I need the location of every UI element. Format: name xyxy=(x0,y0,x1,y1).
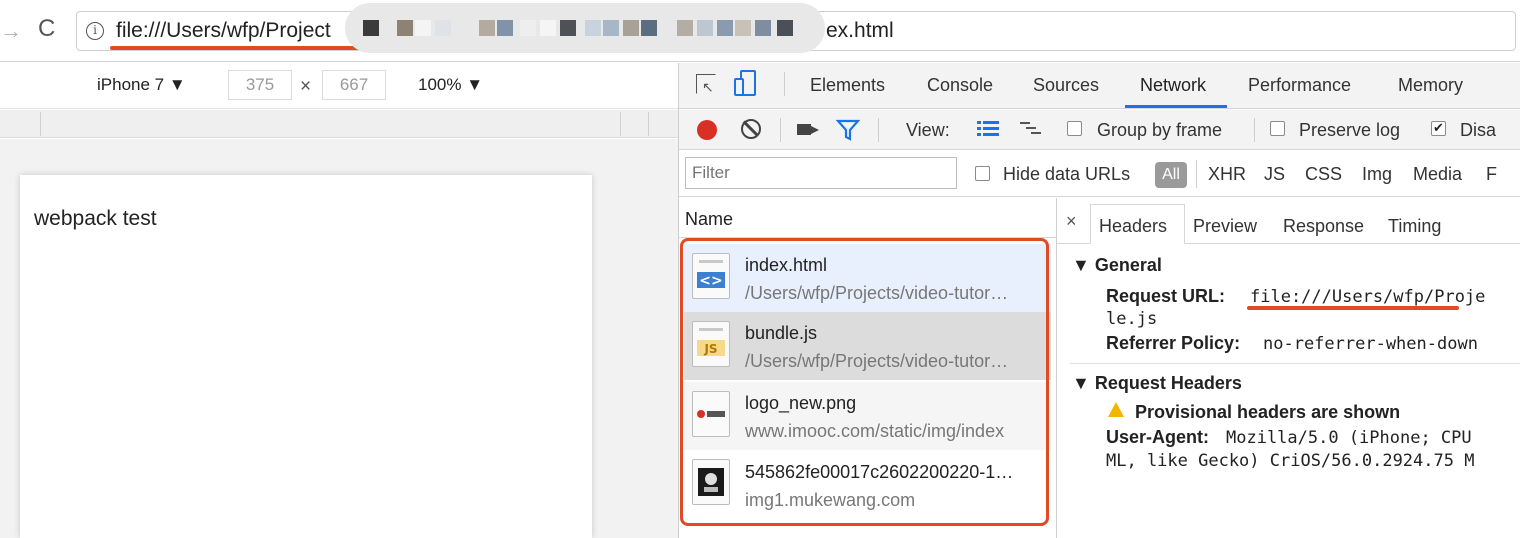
tab-response[interactable]: Response xyxy=(1283,216,1364,237)
hide-data-urls-checkbox[interactable] xyxy=(975,166,990,181)
devtools-tabbar xyxy=(679,63,1520,109)
filter-media[interactable]: Media xyxy=(1413,164,1462,185)
disable-cache-label: Disa xyxy=(1460,120,1497,140)
url-redaction-blur xyxy=(345,3,825,53)
ruler-tick xyxy=(40,112,41,136)
filter-all-button[interactable]: All xyxy=(1155,162,1187,188)
capture-screenshots-icon[interactable] xyxy=(797,124,819,135)
tab-sources[interactable]: Sources xyxy=(1033,75,1099,96)
tab-preview[interactable]: Preview xyxy=(1193,216,1257,237)
filter-input[interactable] xyxy=(685,157,957,189)
device-select[interactable]: iPhone 7 ▼ xyxy=(97,75,186,95)
request-url-key: Request URL: xyxy=(1106,286,1226,306)
group-by-frame-label: Group by frame xyxy=(1097,120,1223,140)
group-by-frame-checkbox[interactable] xyxy=(1067,121,1082,136)
request-url-value: file:///Users/wfp/Proje xyxy=(1250,287,1486,307)
device-height-input[interactable]: 667 xyxy=(322,70,386,100)
close-icon[interactable]: × xyxy=(1066,211,1077,232)
provisional-headers-note: Provisional headers are shown xyxy=(1135,402,1401,422)
large-rows-icon[interactable] xyxy=(977,120,999,143)
request-headers-title[interactable]: ▼ Request Headers xyxy=(1072,373,1242,394)
tab-elements[interactable]: Elements xyxy=(810,75,885,96)
view-label: View: xyxy=(906,120,950,140)
tab-console[interactable]: Console xyxy=(927,75,993,96)
preserve-log-checkbox[interactable] xyxy=(1270,121,1285,136)
filter-css[interactable]: CSS xyxy=(1305,164,1342,185)
filter-js[interactable]: JS xyxy=(1264,164,1285,185)
record-icon[interactable] xyxy=(697,120,717,140)
ruler-tick xyxy=(620,112,621,136)
clear-icon[interactable] xyxy=(741,119,761,139)
waterfall-icon[interactable] xyxy=(1020,120,1042,143)
user-agent-value: Mozilla/5.0 (iPhone; CPU xyxy=(1226,428,1472,448)
device-toggle-icon-small xyxy=(734,78,744,96)
separator xyxy=(780,118,781,142)
hide-data-urls-label: Hide data URLs xyxy=(1003,164,1131,184)
general-section-title[interactable]: ▼ General xyxy=(1072,255,1162,276)
filter-img[interactable]: Img xyxy=(1362,164,1392,185)
tab-timing[interactable]: Timing xyxy=(1388,216,1441,237)
url-annotation-underline xyxy=(110,46,360,50)
tab-network[interactable]: Network xyxy=(1140,75,1206,96)
name-column-label: Name xyxy=(685,209,734,229)
filter-icon[interactable] xyxy=(835,118,861,147)
url-text-end: ex.html xyxy=(826,19,894,42)
tab-headers[interactable]: Headers xyxy=(1099,216,1167,237)
ruler-tick xyxy=(648,112,649,136)
cursor-arrow-icon: ↖ xyxy=(702,79,714,95)
disable-cache-checkbox[interactable]: ✔ xyxy=(1431,121,1446,136)
name-column-header[interactable] xyxy=(679,198,1056,238)
url-text: file:///Users/wfp/Project xyxy=(116,19,331,42)
section-divider xyxy=(1070,363,1520,364)
requests-annotation-box xyxy=(680,238,1049,526)
device-width-input[interactable]: 375 xyxy=(228,70,292,100)
separator xyxy=(1196,160,1197,188)
page-content-text: webpack test xyxy=(34,207,157,230)
request-url-annotation-underline xyxy=(1247,306,1459,310)
media-query-bar[interactable] xyxy=(0,110,678,138)
pane-divider[interactable] xyxy=(1056,198,1057,538)
filter-font[interactable]: F xyxy=(1486,164,1497,185)
warning-icon xyxy=(1108,402,1124,417)
preserve-log-label: Preserve log xyxy=(1299,120,1401,140)
request-url-value-cont: le.js xyxy=(1106,309,1158,329)
separator xyxy=(784,72,785,96)
tab-performance[interactable]: Performance xyxy=(1248,75,1351,96)
user-agent-value-cont: ML, like Gecko) CriOS/56.0.2924.75 M xyxy=(1106,451,1475,471)
info-icon[interactable]: i xyxy=(86,22,104,40)
user-agent-key: User-Agent: xyxy=(1106,427,1210,447)
dimension-separator: × xyxy=(300,76,312,97)
active-tab-indicator xyxy=(1125,105,1227,108)
zoom-select[interactable]: 100% ▼ xyxy=(418,75,483,95)
referrer-policy-value: no-referrer-when-down xyxy=(1263,334,1478,354)
filter-xhr[interactable]: XHR xyxy=(1208,164,1246,185)
separator xyxy=(1254,118,1255,142)
reload-icon[interactable]: C xyxy=(38,15,55,43)
referrer-policy-key: Referrer Policy: xyxy=(1106,333,1241,353)
forward-icon[interactable]: → xyxy=(0,18,22,44)
tab-memory[interactable]: Memory xyxy=(1398,75,1463,96)
separator xyxy=(878,118,879,142)
